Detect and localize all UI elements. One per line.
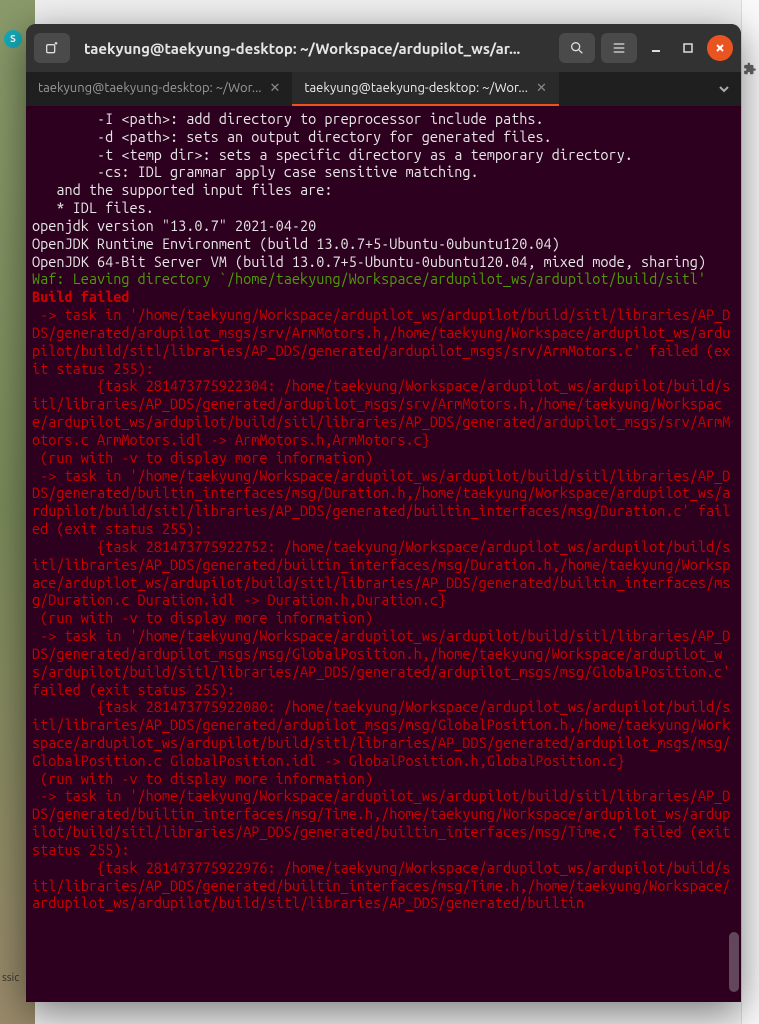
close-icon — [714, 42, 726, 54]
output-line: (run with -v to display more information… — [32, 770, 735, 788]
chevron-down-icon — [718, 83, 730, 95]
scrollbar-thumb[interactable] — [729, 932, 739, 992]
output-line: Build failed — [32, 288, 735, 306]
output-line: -> task in '/home/taekyung/Workspace/ard… — [32, 467, 735, 538]
output-line: {task 281473775922976: /home/taekyung/Wo… — [32, 859, 735, 912]
background-text: ssic — [2, 972, 19, 984]
maximize-icon — [682, 42, 694, 54]
hamburger-icon — [611, 40, 627, 56]
search-icon — [569, 40, 585, 56]
tab-close-icon[interactable]: ✕ — [536, 81, 547, 96]
output-line: (run with -v to display more information… — [32, 609, 735, 627]
output-line: -> task in '/home/taekyung/Workspace/ard… — [32, 627, 735, 698]
close-button[interactable] — [707, 35, 733, 61]
maximize-button[interactable] — [675, 35, 701, 61]
output-line: OpenJDK 64-Bit Server VM (build 13.0.7+5… — [32, 253, 735, 271]
tab-bar: taekyung@taekyung-desktop: ~/Wor... ✕ ta… — [26, 72, 741, 106]
sushi-badge-icon: S — [4, 30, 22, 48]
terminal-tab-1[interactable]: taekyung@taekyung-desktop: ~/Wor... ✕ — [26, 72, 292, 106]
output-line: -> task in '/home/taekyung/Workspace/ard… — [32, 306, 735, 377]
minimize-button[interactable] — [643, 35, 669, 61]
tab-label: taekyung@taekyung-desktop: ~/Wor... — [304, 81, 528, 95]
output-line: {task 281473775922080: /home/taekyung/Wo… — [32, 698, 735, 769]
output-line: and the supported input files are: — [32, 181, 735, 199]
titlebar[interactable]: taekyung@taekyung-desktop: ~/Workspace/a… — [26, 24, 741, 72]
output-line: OpenJDK Runtime Environment (build 13.0.… — [32, 235, 735, 253]
terminal-tab-2[interactable]: taekyung@taekyung-desktop: ~/Wor... ✕ — [292, 72, 558, 106]
scrollbar-track[interactable] — [729, 106, 739, 1002]
search-button[interactable] — [559, 33, 595, 63]
terminal-output[interactable]: -I <path>: add directory to preprocessor… — [26, 106, 741, 1002]
output-line: -d <path>: sets an output directory for … — [32, 128, 735, 146]
output-line: * IDL files. — [32, 199, 735, 217]
jigsaw-icon — [743, 62, 757, 76]
new-tab-button[interactable] — [34, 33, 70, 63]
new-tab-icon — [44, 40, 60, 56]
window-title: taekyung@taekyung-desktop: ~/Workspace/a… — [76, 40, 553, 57]
output-line: {task 281473775922304: /home/taekyung/Wo… — [32, 377, 735, 448]
tab-dropdown-button[interactable] — [707, 72, 741, 106]
tab-label: taekyung@taekyung-desktop: ~/Wor... — [38, 81, 262, 95]
minimize-icon — [650, 42, 662, 54]
tab-close-icon[interactable]: ✕ — [270, 81, 281, 96]
output-line: -cs: IDL grammar apply case sensitive ma… — [32, 163, 735, 181]
browser-edge — [741, 0, 759, 1024]
output-line: -t <temp dir>: sets a specific directory… — [32, 146, 735, 164]
output-line: -I <path>: add directory to preprocessor… — [32, 110, 735, 128]
menu-button[interactable] — [601, 33, 637, 63]
output-line: {task 281473775922752: /home/taekyung/Wo… — [32, 538, 735, 609]
output-line: openjdk version "13.0.7" 2021-04-20 — [32, 217, 735, 235]
terminal-window: taekyung@taekyung-desktop: ~/Workspace/a… — [26, 24, 741, 1002]
output-line: -> task in '/home/taekyung/Workspace/ard… — [32, 787, 735, 858]
output-line: (run with -v to display more information… — [32, 449, 735, 467]
output-line: Waf: Leaving directory `/home/taekyung/W… — [32, 270, 735, 288]
